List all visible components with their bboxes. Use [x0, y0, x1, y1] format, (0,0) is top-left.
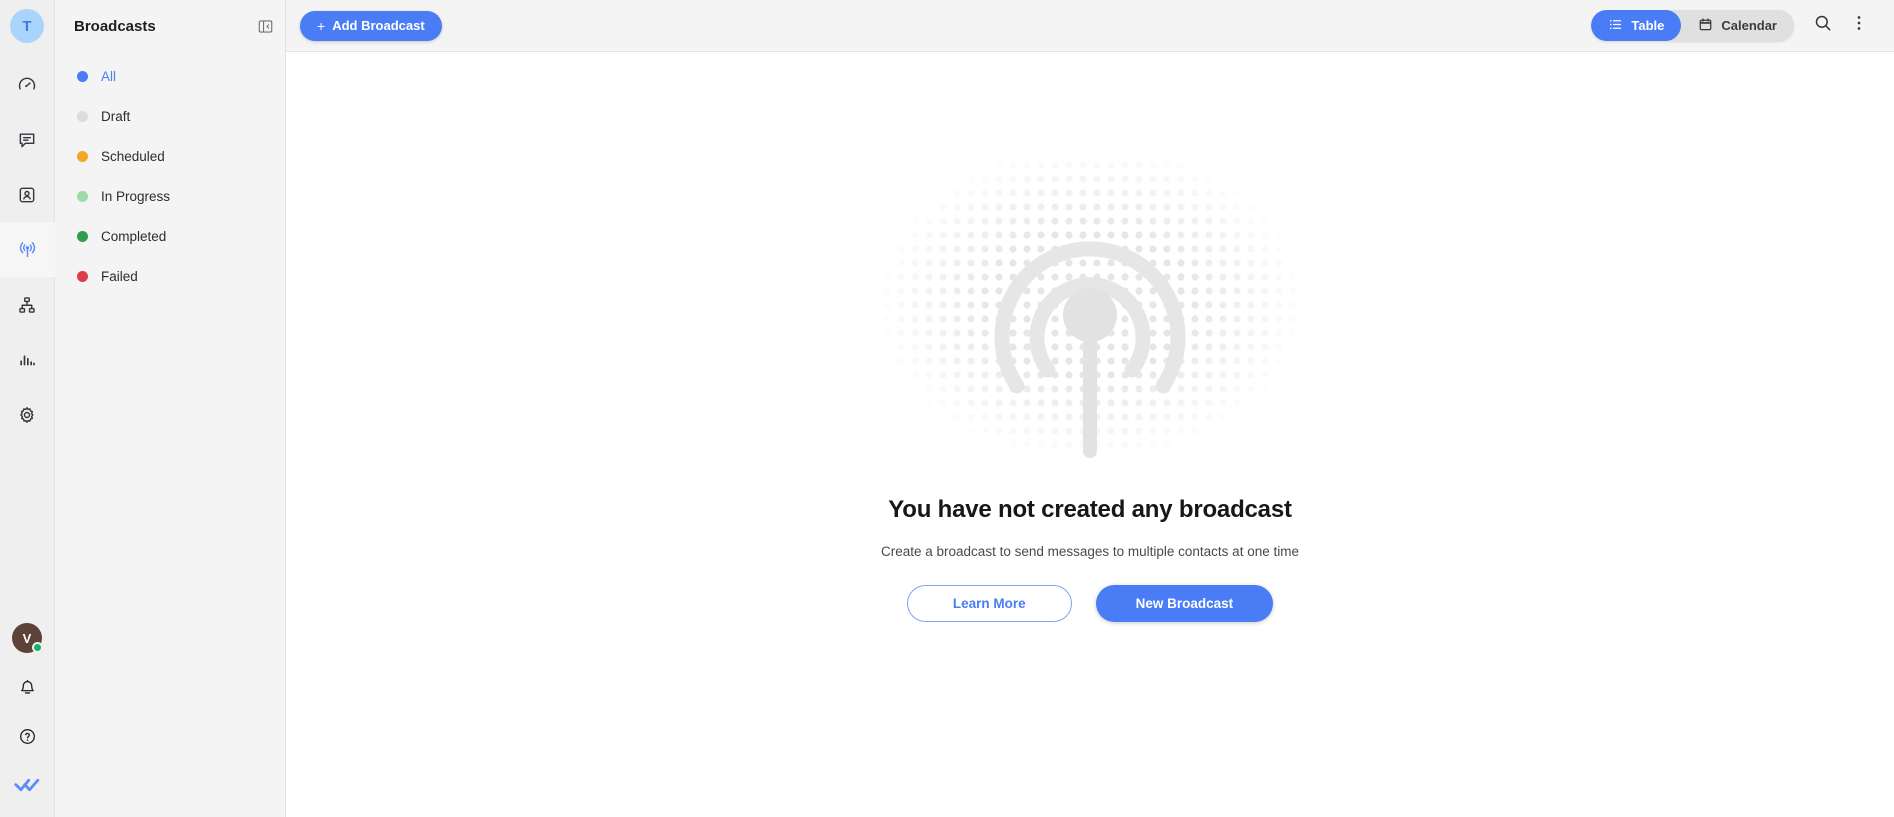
sidebar-item-label: Scheduled — [101, 148, 165, 164]
rail-item-analytics[interactable] — [0, 332, 55, 387]
workspace-avatar[interactable]: T — [10, 9, 44, 43]
toolbar: + Add Broadcast Table Calendar — [286, 0, 1894, 52]
rail-item-contacts[interactable] — [0, 167, 55, 222]
analytics-icon — [17, 350, 37, 370]
rail-item-chat[interactable] — [0, 112, 55, 167]
sidebar-item-completed[interactable]: Completed — [55, 216, 285, 256]
sidebar-item-label: In Progress — [101, 188, 171, 204]
search-icon — [1813, 13, 1833, 38]
sidebar-item-in-progress[interactable]: In Progress — [55, 176, 285, 216]
dashboard-icon — [17, 75, 37, 95]
bell-icon — [18, 679, 37, 703]
rail-item-broadcast[interactable] — [0, 222, 55, 277]
sidebar-item-draft[interactable]: Draft — [55, 96, 285, 136]
view-toggle: Table Calendar — [1591, 10, 1794, 41]
panel-header: Broadcasts — [55, 0, 285, 52]
chat-icon — [17, 130, 37, 150]
status-dot-all — [77, 70, 88, 82]
main-area: + Add Broadcast Table Calendar You have … — [286, 0, 1894, 817]
settings-icon — [17, 405, 37, 425]
sidebar-item-label: Draft — [101, 108, 131, 124]
search-button[interactable] — [1806, 9, 1840, 43]
rail-item-settings[interactable] — [0, 387, 55, 442]
sidebar-item-label: All — [101, 68, 117, 84]
plus-icon: + — [317, 17, 326, 34]
sidebar-item-all[interactable]: All — [55, 56, 285, 96]
broadcasts-panel: Broadcasts All Draft Scheduled In Progre… — [55, 0, 286, 817]
status-dot-completed — [77, 230, 88, 242]
empty-state: You have not created any broadcast Creat… — [286, 52, 1894, 817]
icon-rail: T V — [0, 0, 55, 817]
page-title: Broadcasts — [74, 17, 156, 35]
status-filter-list: All Draft Scheduled In Progress Complete… — [55, 52, 285, 296]
empty-state-title: You have not created any broadcast — [888, 495, 1292, 523]
tab-table-label: Table — [1631, 18, 1665, 33]
workspace-avatar-initial: T — [22, 17, 32, 35]
panel-collapse-icon[interactable] — [257, 18, 274, 35]
tab-calendar-label: Calendar — [1721, 18, 1777, 33]
add-broadcast-button[interactable]: + Add Broadcast — [300, 10, 442, 41]
flow-icon — [17, 295, 37, 315]
user-avatar[interactable]: V — [12, 623, 43, 653]
contacts-icon — [17, 185, 37, 205]
status-dot-scheduled — [77, 150, 88, 162]
app-logo[interactable] — [0, 763, 55, 811]
sidebar-item-scheduled[interactable]: Scheduled — [55, 136, 285, 176]
tab-calendar[interactable]: Calendar — [1681, 10, 1794, 41]
list-icon — [1608, 17, 1623, 35]
broadcast-icon — [17, 239, 38, 260]
more-options-button[interactable] — [1842, 9, 1876, 43]
sidebar-item-label: Failed — [101, 268, 138, 284]
empty-state-actions: Learn More New Broadcast — [906, 584, 1274, 622]
status-dot-in-progress — [77, 190, 88, 202]
app-root: T V Broadcasts All Draft Scheduled In Pr… — [0, 0, 1894, 817]
sidebar-item-label: Completed — [101, 228, 167, 244]
sidebar-item-failed[interactable]: Failed — [55, 256, 285, 296]
add-broadcast-label: Add Broadcast — [332, 18, 425, 33]
tab-table[interactable]: Table — [1591, 10, 1682, 41]
empty-state-subtitle: Create a broadcast to send messages to m… — [881, 543, 1299, 559]
new-broadcast-button[interactable]: New Broadcast — [1095, 584, 1274, 622]
more-vertical-icon — [1849, 13, 1869, 38]
status-dot-draft — [77, 110, 88, 122]
calendar-icon — [1698, 17, 1713, 35]
double-check-logo-icon — [14, 776, 40, 799]
rail-item-help[interactable] — [0, 715, 55, 763]
rail-item-dashboard[interactable] — [0, 57, 55, 112]
status-dot-failed — [77, 270, 88, 282]
rail-item-notifications[interactable] — [0, 667, 55, 715]
user-avatar-initial: V — [22, 630, 32, 646]
broadcast-antenna-illustration — [880, 157, 1300, 468]
presence-indicator — [32, 642, 43, 653]
rail-item-flow[interactable] — [0, 277, 55, 332]
learn-more-button[interactable]: Learn More — [906, 584, 1072, 622]
help-icon — [18, 727, 37, 751]
